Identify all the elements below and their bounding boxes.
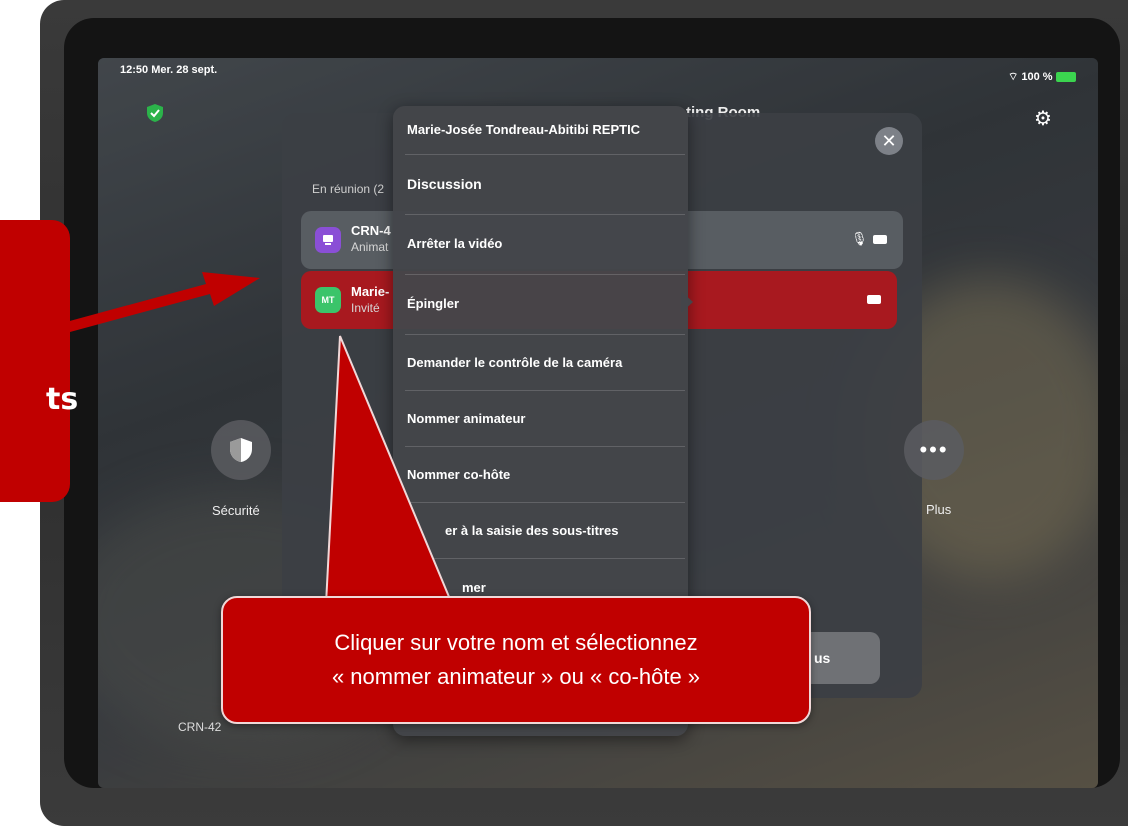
room-icon bbox=[323, 235, 333, 245]
callout-line-1: Cliquer sur votre nom et sélectionnez bbox=[334, 630, 698, 655]
participant-name: Marie- bbox=[351, 284, 390, 299]
more-button[interactable]: ••• bbox=[904, 420, 964, 480]
menu-divider bbox=[405, 274, 685, 275]
menu-divider bbox=[405, 154, 685, 155]
participant-role: Animat bbox=[351, 240, 389, 254]
avatar bbox=[315, 227, 341, 253]
microphone-icon: 🎙 bbox=[851, 231, 868, 246]
menu-divider bbox=[405, 334, 685, 335]
shield-icon bbox=[230, 438, 252, 462]
more-label: Plus bbox=[926, 502, 952, 517]
menu-item-captions[interactable]: er à la saisie des sous-titres bbox=[445, 523, 618, 538]
menu-item-rename[interactable]: mer bbox=[462, 580, 486, 595]
menu-divider bbox=[405, 446, 685, 447]
menu-item-make-cohost[interactable]: Nommer co-hôte bbox=[407, 467, 510, 482]
battery-icon bbox=[1055, 72, 1076, 82]
menu-item-make-host[interactable]: Nommer animateur bbox=[407, 411, 525, 426]
status-time-date: 12:50 Mer. 28 sept. bbox=[120, 64, 218, 76]
callout-line-2: « nommer animateur » ou « co-hôte » bbox=[331, 664, 701, 689]
battery-percent: 100 % bbox=[1021, 71, 1053, 83]
close-icon[interactable]: ✕ bbox=[875, 127, 903, 155]
room-name-label: CRN-42 bbox=[178, 720, 222, 734]
menu-divider bbox=[405, 502, 685, 503]
menu-divider bbox=[405, 390, 685, 391]
menu-pointer bbox=[681, 291, 693, 313]
participant-role: Invité bbox=[351, 301, 380, 315]
wifi-icon: ⌔ bbox=[1008, 71, 1019, 83]
video-camera-icon bbox=[867, 295, 881, 304]
video-camera-icon bbox=[873, 235, 887, 244]
left-callout-text: ts bbox=[46, 382, 79, 417]
bottom-action-label: us bbox=[814, 650, 831, 666]
menu-divider bbox=[405, 214, 685, 215]
menu-item-request-camera-control[interactable]: Demander le contrôle de la caméra bbox=[407, 355, 622, 370]
menu-item-pin[interactable]: Épingler bbox=[407, 296, 459, 311]
menu-title: Marie-Josée Tondreau-Abitibi REPTIC bbox=[407, 122, 641, 137]
left-callout-box bbox=[0, 220, 70, 502]
participants-section-label: En réunion (2 bbox=[312, 182, 385, 196]
menu-divider bbox=[405, 558, 685, 559]
menu-item-discussion[interactable]: Discussion bbox=[407, 176, 482, 192]
security-shield-icon[interactable] bbox=[146, 103, 164, 123]
security-button[interactable] bbox=[211, 420, 271, 480]
more-dots-icon: ••• bbox=[919, 437, 949, 462]
gear-icon[interactable]: ⚙ bbox=[1034, 109, 1052, 129]
security-label: Sécurité bbox=[212, 503, 260, 518]
avatar: MT bbox=[315, 287, 341, 313]
menu-item-stop-video[interactable]: Arrêter la vidéo bbox=[407, 236, 502, 251]
main-callout-box: Cliquer sur votre nom et sélectionnez « … bbox=[221, 596, 811, 724]
battery-indicator: ⌔ 100 % bbox=[1008, 70, 1076, 84]
participant-name: CRN-4 bbox=[351, 223, 391, 238]
